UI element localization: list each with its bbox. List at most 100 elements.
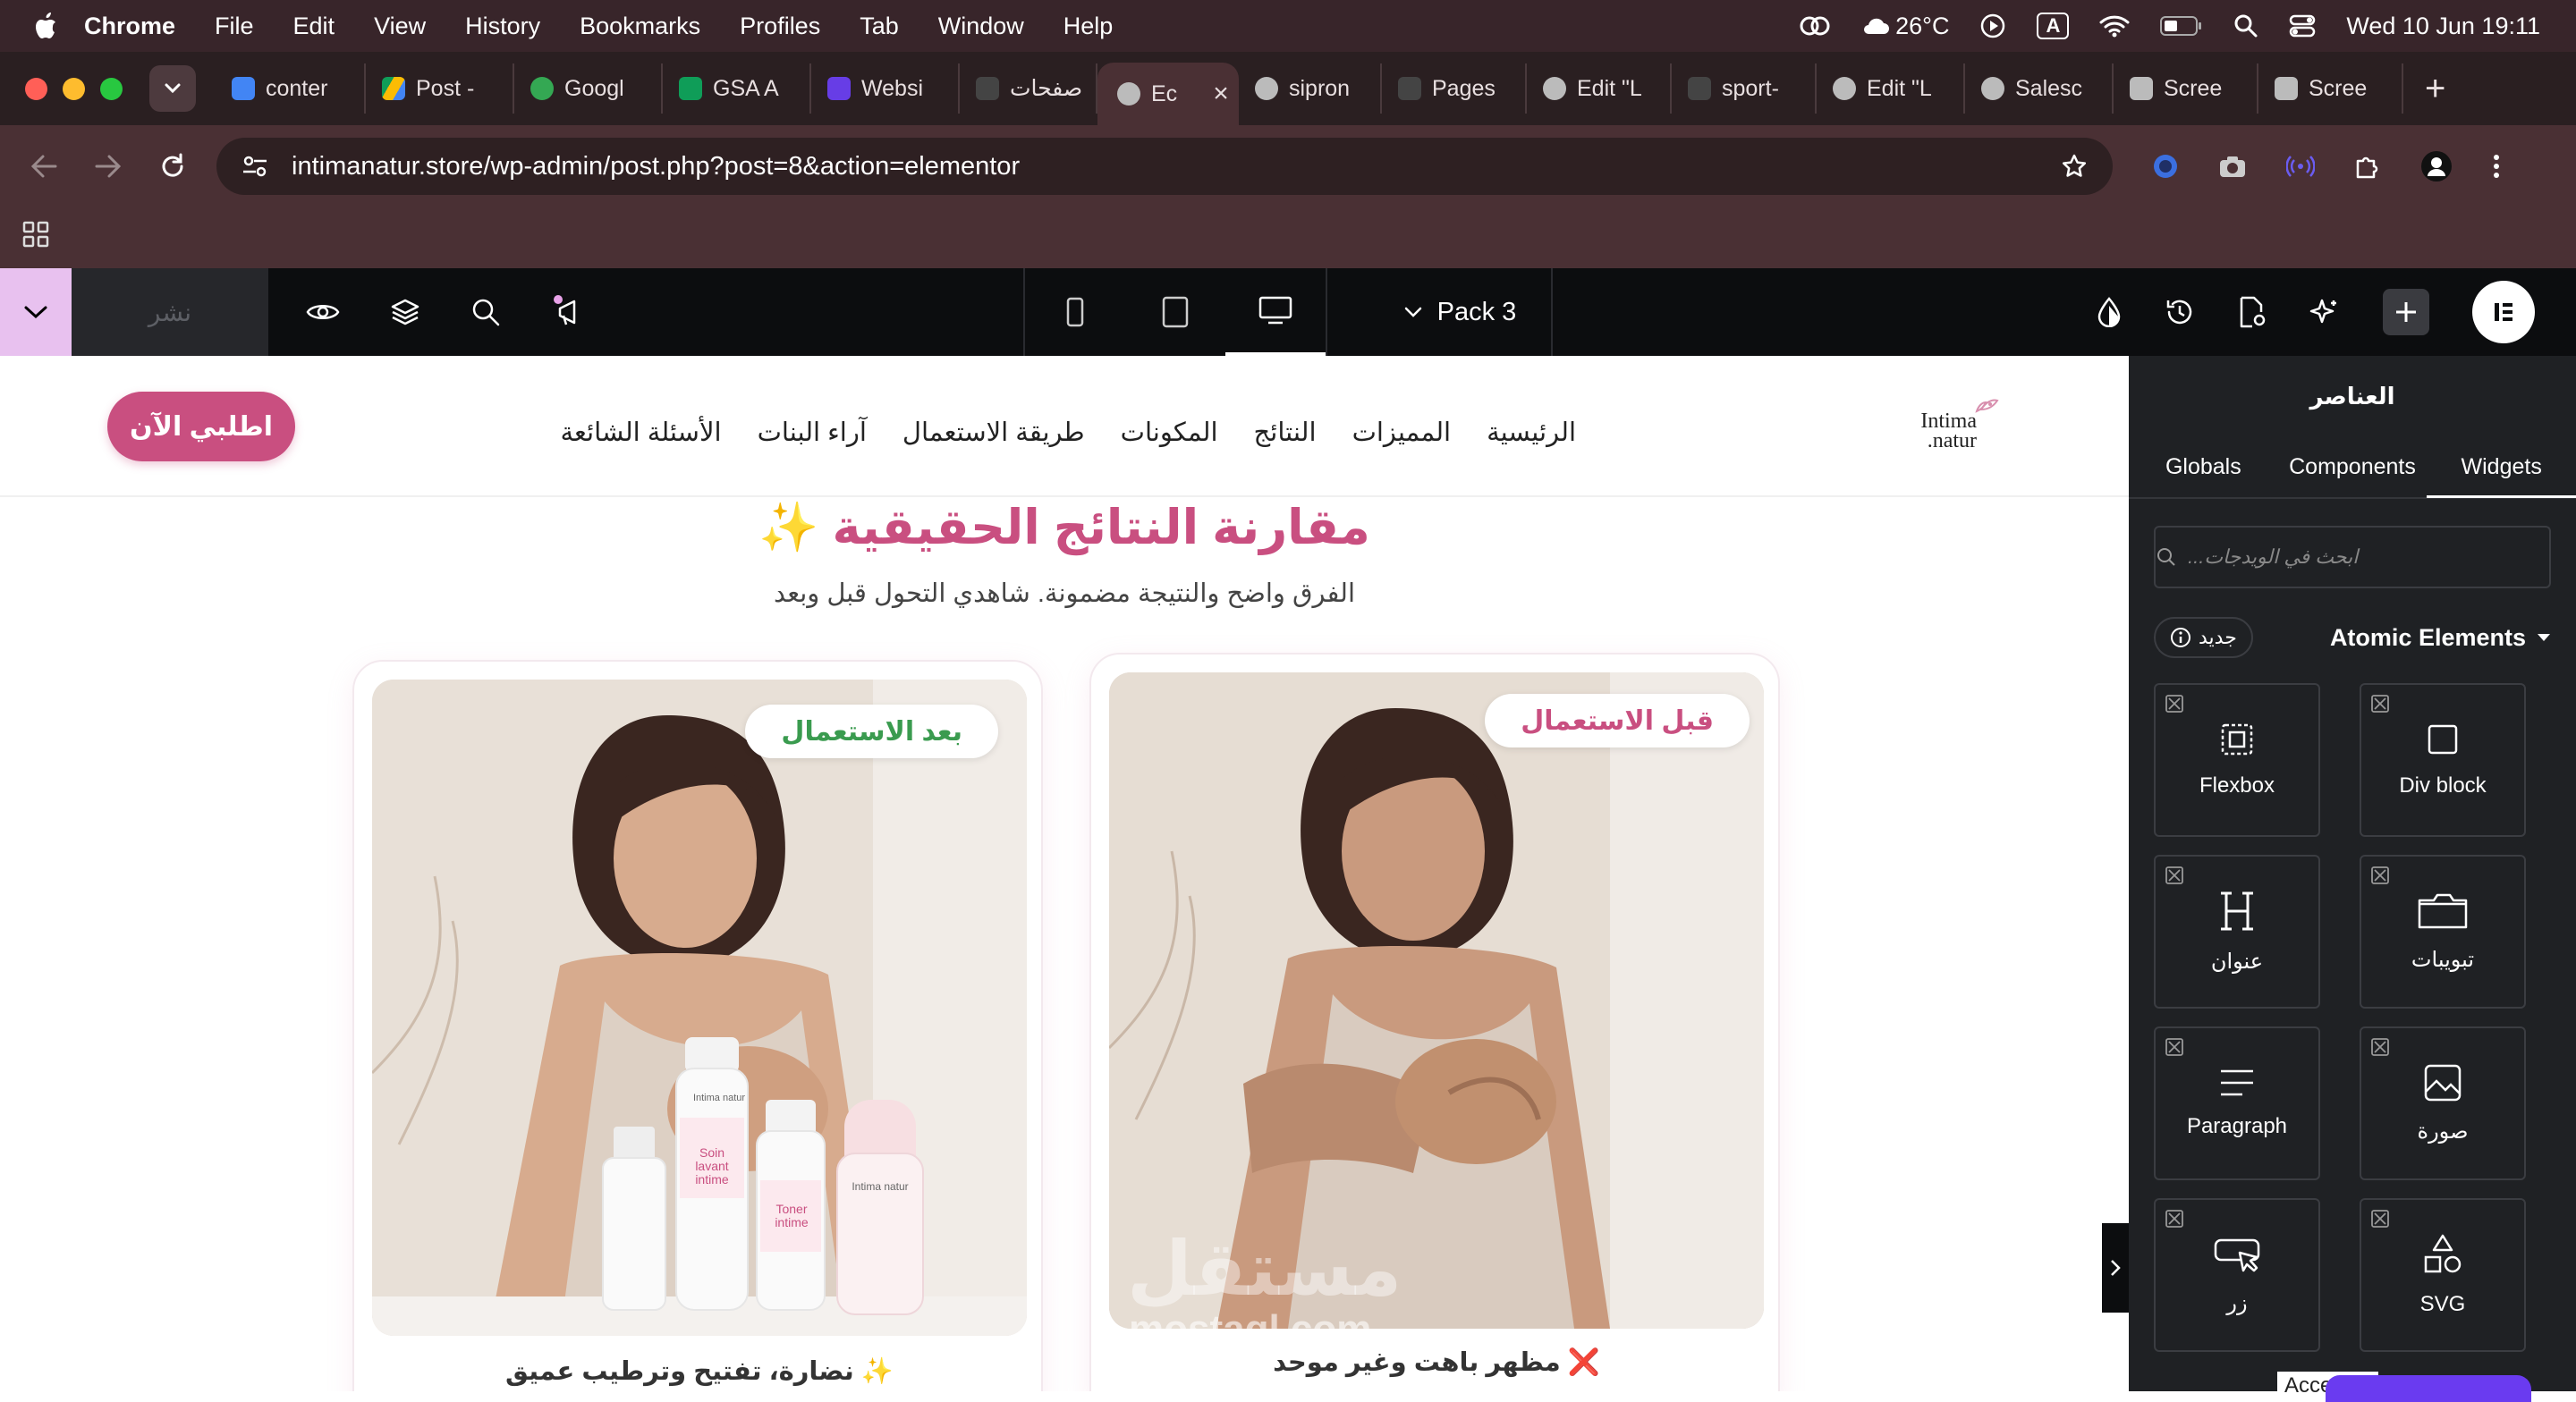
menu-help[interactable]: Help xyxy=(1063,13,1114,40)
play-icon[interactable] xyxy=(1979,13,2006,39)
forward-arrow-icon[interactable] xyxy=(95,154,122,179)
browser-tab[interactable]: sipron xyxy=(1239,63,1382,114)
browser-tab[interactable]: sport- xyxy=(1672,63,1817,114)
site-menu-dropdown[interactable] xyxy=(0,268,72,356)
tab-globals[interactable]: Globals xyxy=(2129,435,2278,498)
address-bar[interactable]: intimanatur.store/wp-admin/post.php?post… xyxy=(216,138,2113,195)
wifi-icon[interactable] xyxy=(2099,14,2130,38)
widget-search-input[interactable]: ابحث في الويدجات... xyxy=(2154,526,2551,588)
browser-tab[interactable]: Post - xyxy=(366,63,514,114)
publish-button[interactable]: نشر xyxy=(72,268,268,356)
pin-icon[interactable] xyxy=(2370,1209,2390,1229)
extension-blue-circle-icon[interactable] xyxy=(2152,153,2179,180)
browser-tab[interactable]: Googl xyxy=(514,63,663,114)
extension-signal-icon[interactable] xyxy=(2286,155,2315,178)
ai-sparkle-icon[interactable] xyxy=(2309,297,2340,327)
tab-widgets[interactable]: Widgets xyxy=(2427,435,2576,498)
nav-item-features[interactable]: المميزات xyxy=(1352,417,1452,448)
browser-tab[interactable]: GSA A xyxy=(663,63,811,114)
history-icon[interactable] xyxy=(2165,297,2195,327)
promo-banner[interactable] xyxy=(2326,1375,2531,1402)
nav-item-home[interactable]: الرئيسية xyxy=(1487,417,1576,448)
app-menu-chrome[interactable]: Chrome xyxy=(84,13,175,40)
widget-tabs[interactable]: تبويبات xyxy=(2360,855,2526,1009)
site-settings-icon[interactable] xyxy=(242,155,268,178)
notifications-megaphone-icon[interactable] xyxy=(551,294,587,330)
menu-file[interactable]: File xyxy=(215,13,254,40)
nav-item-ingredients[interactable]: المكونات xyxy=(1121,417,1218,448)
chrome-menu-kebab-icon[interactable] xyxy=(2492,153,2501,180)
browser-tab[interactable]: Edit "L xyxy=(1817,63,1965,114)
editor-canvas[interactable]: Intima natur. الرئيسية المميزات النتائج ا… xyxy=(0,356,2129,1391)
browser-tab[interactable]: Websi xyxy=(811,63,960,114)
control-center-icon[interactable] xyxy=(2289,13,2316,38)
minimize-window-button[interactable] xyxy=(63,77,85,100)
page-selector[interactable]: Pack 3 xyxy=(1368,268,1553,356)
tablet-device-button[interactable] xyxy=(1125,268,1225,356)
widget-div-block[interactable]: Div block xyxy=(2360,683,2526,837)
pin-icon[interactable] xyxy=(2370,694,2390,714)
back-arrow-icon[interactable] xyxy=(30,154,57,179)
browser-tab[interactable]: Scree xyxy=(2114,63,2258,114)
screenshot-camera-icon[interactable] xyxy=(2218,154,2247,179)
close-tab-icon[interactable]: × xyxy=(1213,79,1229,109)
profile-avatar[interactable] xyxy=(2420,150,2453,182)
browser-tab[interactable]: conter xyxy=(216,63,366,114)
menu-edit[interactable]: Edit xyxy=(293,13,335,40)
nav-item-faq[interactable]: الأسئلة الشائعة xyxy=(561,417,722,448)
add-element-button[interactable] xyxy=(2383,289,2429,335)
after-card[interactable]: Intima natur Soin lavant intime Toner in… xyxy=(352,660,1043,1391)
weather-widget[interactable]: 26°C xyxy=(1861,13,1949,40)
battery-icon[interactable] xyxy=(2160,15,2203,37)
widget-image[interactable]: صورة xyxy=(2360,1026,2526,1180)
new-tab-button[interactable]: + xyxy=(2425,69,2445,109)
url-text[interactable]: intimanatur.store/wp-admin/post.php?post… xyxy=(292,152,1020,182)
menu-clock[interactable]: Wed 10 Jun 19:11 xyxy=(2346,13,2540,40)
finder-search-icon[interactable] xyxy=(470,297,501,327)
nav-item-results[interactable]: النتائج xyxy=(1254,417,1317,448)
mobile-device-button[interactable] xyxy=(1025,268,1125,356)
widget-button[interactable]: زر xyxy=(2154,1198,2320,1352)
browser-tab[interactable]: Pages xyxy=(1382,63,1527,114)
nav-item-how-to-use[interactable]: طريقة الاستعمال xyxy=(902,417,1085,448)
desktop-device-button[interactable] xyxy=(1225,268,1326,356)
apps-grid-icon[interactable] xyxy=(21,220,50,249)
menu-tab[interactable]: Tab xyxy=(860,13,899,40)
new-badge[interactable]: جديد xyxy=(2154,617,2253,658)
browser-tab[interactable]: Salesc xyxy=(1965,63,2114,114)
nav-item-reviews[interactable]: آراء البنات xyxy=(758,417,867,448)
menu-profiles[interactable]: Profiles xyxy=(740,13,820,40)
menu-history[interactable]: History xyxy=(465,13,540,40)
menu-window[interactable]: Window xyxy=(938,13,1024,40)
tab-components[interactable]: Components xyxy=(2278,435,2428,498)
order-now-button[interactable]: اطلبي الآن xyxy=(107,392,295,461)
spotlight-search-icon[interactable] xyxy=(2233,13,2258,38)
pin-icon[interactable] xyxy=(2165,694,2184,714)
widget-heading[interactable]: عنوان xyxy=(2154,855,2320,1009)
apple-icon[interactable] xyxy=(34,13,57,39)
structure-layers-icon[interactable] xyxy=(390,298,420,326)
tab-search-button[interactable] xyxy=(149,65,196,112)
menu-bookmarks[interactable]: Bookmarks xyxy=(580,13,700,40)
input-source-badge[interactable]: A xyxy=(2037,13,2070,39)
reload-icon[interactable] xyxy=(159,153,186,180)
browser-tab-active[interactable]: Ec × xyxy=(1097,63,1239,125)
widget-svg[interactable]: SVG xyxy=(2360,1198,2526,1352)
browser-tab[interactable]: صفحات xyxy=(960,63,1097,114)
preview-eye-icon[interactable] xyxy=(306,300,340,324)
bookmark-star-icon[interactable] xyxy=(2061,153,2088,180)
brand-logo[interactable]: Intima natur. xyxy=(1905,392,2004,463)
pin-icon[interactable] xyxy=(2370,866,2390,885)
close-window-button[interactable] xyxy=(25,77,47,100)
widget-flexbox[interactable]: Flexbox xyxy=(2154,683,2320,837)
menu-view[interactable]: View xyxy=(374,13,426,40)
browser-tab[interactable]: Scree xyxy=(2258,63,2403,114)
pin-icon[interactable] xyxy=(2370,1037,2390,1057)
pin-icon[interactable] xyxy=(2165,866,2184,885)
extensions-puzzle-icon[interactable] xyxy=(2354,153,2381,180)
elementor-logo-button[interactable] xyxy=(2472,281,2535,343)
pin-icon[interactable] xyxy=(2165,1037,2184,1057)
atomic-elements-toggle[interactable]: Atomic Elements xyxy=(2330,624,2551,652)
browser-tab[interactable]: Edit "L xyxy=(1527,63,1672,114)
page-settings-icon[interactable] xyxy=(2238,296,2267,328)
